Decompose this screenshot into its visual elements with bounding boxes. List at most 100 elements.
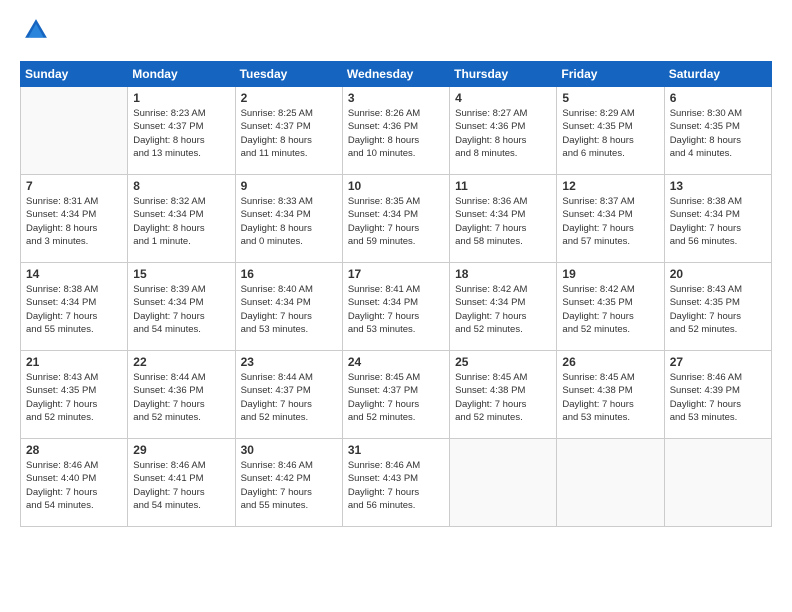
day-number: 25	[455, 355, 551, 369]
day-number: 16	[241, 267, 337, 281]
calendar-cell: 22 Sunrise: 8:44 AMSunset: 4:36 PMDayligh…	[128, 351, 235, 439]
calendar-cell: 26 Sunrise: 8:45 AMSunset: 4:38 PMDayligh…	[557, 351, 664, 439]
day-info: Sunrise: 8:43 AMSunset: 4:35 PMDaylight:…	[670, 283, 766, 336]
day-info: Sunrise: 8:46 AMSunset: 4:43 PMDaylight:…	[348, 459, 444, 512]
calendar-week-2: 7 Sunrise: 8:31 AMSunset: 4:34 PMDaylight…	[21, 175, 772, 263]
day-info: Sunrise: 8:26 AMSunset: 4:36 PMDaylight:…	[348, 107, 444, 160]
calendar-cell: 18 Sunrise: 8:42 AMSunset: 4:34 PMDayligh…	[450, 263, 557, 351]
day-number: 5	[562, 91, 658, 105]
day-info: Sunrise: 8:39 AMSunset: 4:34 PMDaylight:…	[133, 283, 229, 336]
calendar-cell: 5 Sunrise: 8:29 AMSunset: 4:35 PMDaylight…	[557, 87, 664, 175]
day-number: 6	[670, 91, 766, 105]
day-number: 4	[455, 91, 551, 105]
calendar-cell: 12 Sunrise: 8:37 AMSunset: 4:34 PMDayligh…	[557, 175, 664, 263]
day-info: Sunrise: 8:38 AMSunset: 4:34 PMDaylight:…	[26, 283, 122, 336]
calendar-cell: 23 Sunrise: 8:44 AMSunset: 4:37 PMDayligh…	[235, 351, 342, 439]
calendar-week-3: 14 Sunrise: 8:38 AMSunset: 4:34 PMDayligh…	[21, 263, 772, 351]
page: SundayMondayTuesdayWednesdayThursdayFrid…	[0, 0, 792, 612]
day-number: 3	[348, 91, 444, 105]
calendar-week-1: 1 Sunrise: 8:23 AMSunset: 4:37 PMDaylight…	[21, 87, 772, 175]
day-info: Sunrise: 8:46 AMSunset: 4:39 PMDaylight:…	[670, 371, 766, 424]
day-info: Sunrise: 8:45 AMSunset: 4:38 PMDaylight:…	[562, 371, 658, 424]
calendar-cell: 25 Sunrise: 8:45 AMSunset: 4:38 PMDayligh…	[450, 351, 557, 439]
calendar-header-row: SundayMondayTuesdayWednesdayThursdayFrid…	[21, 62, 772, 87]
calendar-header-tuesday: Tuesday	[235, 62, 342, 87]
day-number: 20	[670, 267, 766, 281]
calendar-cell: 8 Sunrise: 8:32 AMSunset: 4:34 PMDaylight…	[128, 175, 235, 263]
day-number: 10	[348, 179, 444, 193]
logo-icon	[22, 16, 50, 44]
day-info: Sunrise: 8:40 AMSunset: 4:34 PMDaylight:…	[241, 283, 337, 336]
day-info: Sunrise: 8:45 AMSunset: 4:38 PMDaylight:…	[455, 371, 551, 424]
day-info: Sunrise: 8:25 AMSunset: 4:37 PMDaylight:…	[241, 107, 337, 160]
day-number: 12	[562, 179, 658, 193]
calendar-header-saturday: Saturday	[664, 62, 771, 87]
day-number: 30	[241, 443, 337, 457]
day-info: Sunrise: 8:32 AMSunset: 4:34 PMDaylight:…	[133, 195, 229, 248]
calendar-cell: 4 Sunrise: 8:27 AMSunset: 4:36 PMDaylight…	[450, 87, 557, 175]
day-number: 19	[562, 267, 658, 281]
calendar-cell: 19 Sunrise: 8:42 AMSunset: 4:35 PMDayligh…	[557, 263, 664, 351]
calendar-cell: 21 Sunrise: 8:43 AMSunset: 4:35 PMDayligh…	[21, 351, 128, 439]
day-number: 26	[562, 355, 658, 369]
calendar-cell: 13 Sunrise: 8:38 AMSunset: 4:34 PMDayligh…	[664, 175, 771, 263]
calendar: SundayMondayTuesdayWednesdayThursdayFrid…	[20, 61, 772, 527]
day-info: Sunrise: 8:45 AMSunset: 4:37 PMDaylight:…	[348, 371, 444, 424]
calendar-header-sunday: Sunday	[21, 62, 128, 87]
calendar-cell	[21, 87, 128, 175]
calendar-cell: 30 Sunrise: 8:46 AMSunset: 4:42 PMDayligh…	[235, 439, 342, 527]
day-info: Sunrise: 8:37 AMSunset: 4:34 PMDaylight:…	[562, 195, 658, 248]
calendar-header-thursday: Thursday	[450, 62, 557, 87]
calendar-cell: 6Sunrise: 8:30 AMSunset: 4:35 PMDaylight…	[664, 87, 771, 175]
day-info: Sunrise: 8:31 AMSunset: 4:34 PMDaylight:…	[26, 195, 122, 248]
day-info: Sunrise: 8:46 AMSunset: 4:40 PMDaylight:…	[26, 459, 122, 512]
day-info: Sunrise: 8:43 AMSunset: 4:35 PMDaylight:…	[26, 371, 122, 424]
day-info: Sunrise: 8:29 AMSunset: 4:35 PMDaylight:…	[562, 107, 658, 160]
header	[20, 16, 772, 49]
day-number: 24	[348, 355, 444, 369]
day-number: 23	[241, 355, 337, 369]
calendar-header-wednesday: Wednesday	[342, 62, 449, 87]
calendar-cell: 20 Sunrise: 8:43 AMSunset: 4:35 PMDayligh…	[664, 263, 771, 351]
day-number: 14	[26, 267, 122, 281]
day-info: Sunrise: 8:46 AMSunset: 4:41 PMDaylight:…	[133, 459, 229, 512]
calendar-cell	[557, 439, 664, 527]
day-number: 15	[133, 267, 229, 281]
day-info: Sunrise: 8:44 AMSunset: 4:37 PMDaylight:…	[241, 371, 337, 424]
day-number: 11	[455, 179, 551, 193]
calendar-cell: 14 Sunrise: 8:38 AMSunset: 4:34 PMDayligh…	[21, 263, 128, 351]
calendar-cell: 24 Sunrise: 8:45 AMSunset: 4:37 PMDayligh…	[342, 351, 449, 439]
day-info: Sunrise: 8:23 AMSunset: 4:37 PMDaylight:…	[133, 107, 229, 160]
day-number: 18	[455, 267, 551, 281]
day-info: Sunrise: 8:27 AMSunset: 4:36 PMDaylight:…	[455, 107, 551, 160]
calendar-cell: 10 Sunrise: 8:35 AMSunset: 4:34 PMDayligh…	[342, 175, 449, 263]
day-info: Sunrise: 8:46 AMSunset: 4:42 PMDaylight:…	[241, 459, 337, 512]
day-number: 21	[26, 355, 122, 369]
day-number: 27	[670, 355, 766, 369]
calendar-header-friday: Friday	[557, 62, 664, 87]
day-number: 1	[133, 91, 229, 105]
day-info: Sunrise: 8:44 AMSunset: 4:36 PMDaylight:…	[133, 371, 229, 424]
day-number: 22	[133, 355, 229, 369]
day-number: 7	[26, 179, 122, 193]
calendar-cell	[664, 439, 771, 527]
day-info: Sunrise: 8:33 AMSunset: 4:34 PMDaylight:…	[241, 195, 337, 248]
calendar-cell: 3 Sunrise: 8:26 AMSunset: 4:36 PMDaylight…	[342, 87, 449, 175]
day-number: 31	[348, 443, 444, 457]
logo	[20, 16, 50, 49]
calendar-week-4: 21 Sunrise: 8:43 AMSunset: 4:35 PMDayligh…	[21, 351, 772, 439]
day-number: 8	[133, 179, 229, 193]
calendar-cell	[450, 439, 557, 527]
day-info: Sunrise: 8:35 AMSunset: 4:34 PMDaylight:…	[348, 195, 444, 248]
day-info: Sunrise: 8:42 AMSunset: 4:34 PMDaylight:…	[455, 283, 551, 336]
calendar-cell: 17Sunrise: 8:41 AMSunset: 4:34 PMDayligh…	[342, 263, 449, 351]
day-number: 13	[670, 179, 766, 193]
calendar-cell: 1 Sunrise: 8:23 AMSunset: 4:37 PMDaylight…	[128, 87, 235, 175]
calendar-week-5: 28Sunrise: 8:46 AMSunset: 4:40 PMDayligh…	[21, 439, 772, 527]
day-info: Sunrise: 8:38 AMSunset: 4:34 PMDaylight:…	[670, 195, 766, 248]
calendar-cell: 16 Sunrise: 8:40 AMSunset: 4:34 PMDayligh…	[235, 263, 342, 351]
calendar-cell: 28Sunrise: 8:46 AMSunset: 4:40 PMDayligh…	[21, 439, 128, 527]
day-number: 17	[348, 267, 444, 281]
day-number: 29	[133, 443, 229, 457]
day-info: Sunrise: 8:42 AMSunset: 4:35 PMDaylight:…	[562, 283, 658, 336]
